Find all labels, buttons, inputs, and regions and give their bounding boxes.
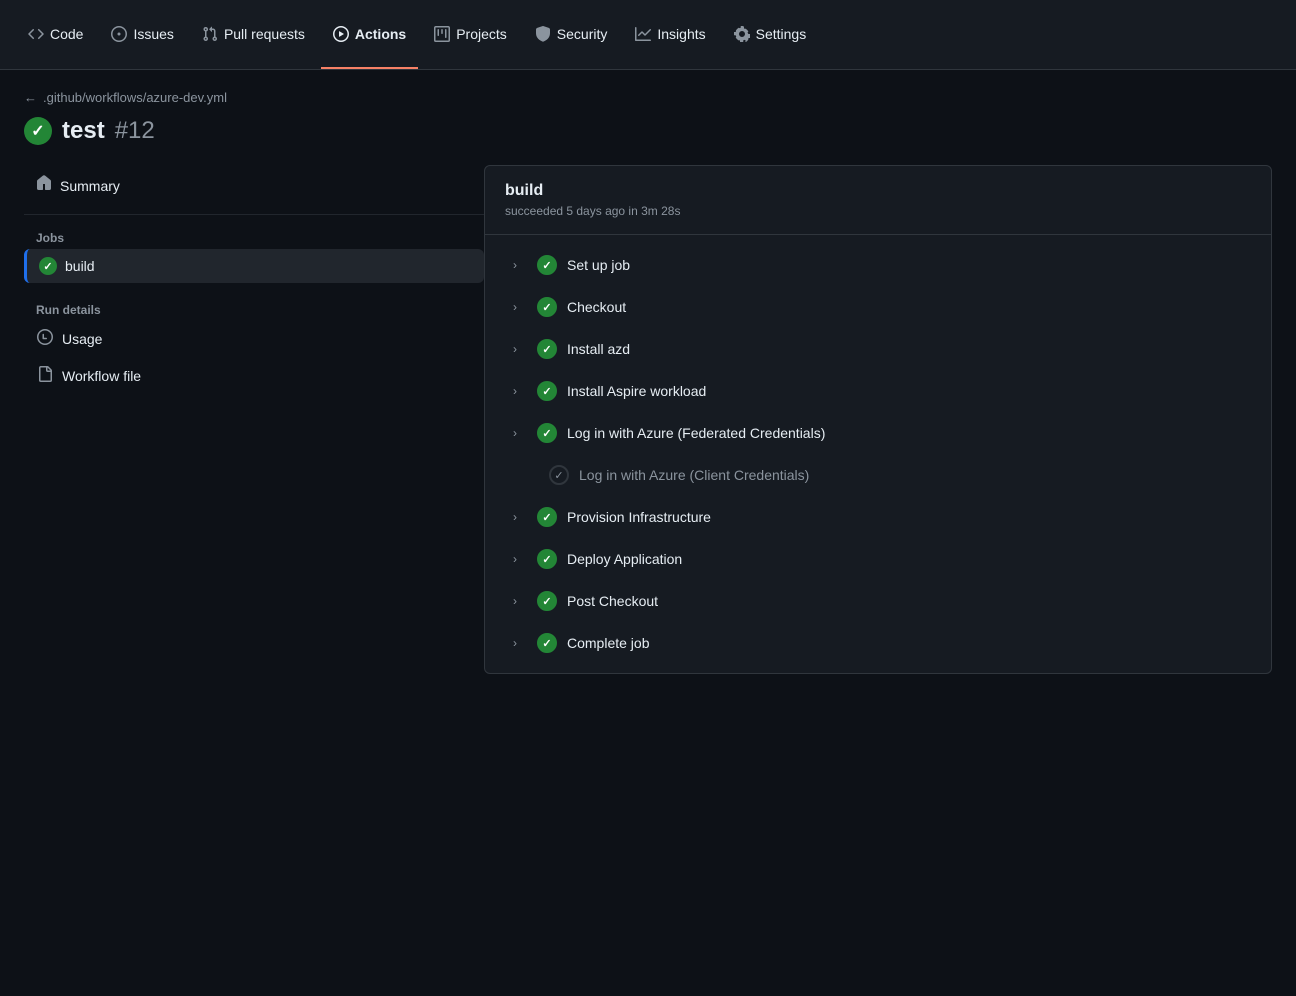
security-icon	[535, 26, 551, 42]
sidebar-divider-1	[24, 214, 484, 215]
pr-icon	[202, 26, 218, 42]
step-name: Provision Infrastructure	[567, 509, 711, 525]
chevron-icon: ›	[513, 384, 527, 398]
run-number: #12	[115, 117, 155, 145]
run-details-label: Run details	[24, 287, 484, 321]
chevron-icon: ›	[513, 342, 527, 356]
workflow-file-label: Workflow file	[62, 368, 141, 384]
step-item-login-client[interactable]: Log in with Azure (Client Credentials)	[493, 455, 1263, 495]
nav-label-actions: Actions	[355, 26, 406, 42]
step-list: › Set up job › Checkout › Install azd	[485, 235, 1271, 673]
nav-item-code[interactable]: Code	[16, 0, 95, 69]
run-detail-workflow-file[interactable]: Workflow file	[24, 358, 484, 393]
step-item-post-checkout[interactable]: › Post Checkout	[493, 581, 1263, 621]
step-success-icon	[537, 549, 557, 569]
job-label-build: build	[65, 258, 95, 274]
run-detail-usage[interactable]: Usage	[24, 321, 484, 356]
nav-label-pr: Pull requests	[224, 26, 305, 42]
sidebar: Summary Jobs build Run details Usage	[24, 165, 484, 674]
step-name: Complete job	[567, 635, 650, 651]
nav-item-actions[interactable]: Actions	[321, 0, 418, 69]
insights-icon	[635, 26, 651, 42]
nav-label-settings: Settings	[756, 26, 807, 42]
step-item-install-azd[interactable]: › Install azd	[493, 329, 1263, 369]
home-icon	[36, 175, 52, 196]
step-item-install-aspire[interactable]: › Install Aspire workload	[493, 371, 1263, 411]
step-success-icon	[537, 591, 557, 611]
build-panel: build succeeded 5 days ago in 3m 28s › S…	[484, 165, 1272, 674]
build-subtitle: succeeded 5 days ago in 3m 28s	[505, 204, 1251, 218]
top-nav: Code Issues Pull requests Actions	[0, 0, 1296, 70]
step-item-login-federated[interactable]: › Log in with Azure (Federated Credentia…	[493, 413, 1263, 453]
step-success-icon	[537, 633, 557, 653]
step-name: Log in with Azure (Client Credentials)	[579, 467, 809, 483]
chevron-icon: ›	[513, 636, 527, 650]
nav-item-settings[interactable]: Settings	[722, 0, 819, 69]
jobs-section-label: Jobs	[24, 223, 484, 249]
page-header: test #12	[24, 117, 1272, 145]
build-title: build	[505, 182, 1251, 200]
nav-label-insights: Insights	[657, 26, 705, 42]
chevron-icon: ›	[513, 552, 527, 566]
actions-icon	[333, 26, 349, 42]
content-area: ← .github/workflows/azure-dev.yml test #…	[0, 70, 1296, 694]
job-item-build[interactable]: build	[24, 249, 484, 283]
step-item-provision[interactable]: › Provision Infrastructure	[493, 497, 1263, 537]
step-name: Log in with Azure (Federated Credentials…	[567, 425, 825, 441]
run-success-icon	[24, 117, 52, 145]
nav-item-security[interactable]: Security	[523, 0, 620, 69]
step-name: Set up job	[567, 257, 630, 273]
step-name: Post Checkout	[567, 593, 658, 609]
clock-icon	[36, 329, 54, 348]
nav-label-issues: Issues	[133, 26, 173, 42]
chevron-icon: ›	[513, 258, 527, 272]
nav-label-security: Security	[557, 26, 608, 42]
step-name: Install Aspire workload	[567, 383, 706, 399]
step-success-icon	[537, 297, 557, 317]
breadcrumb-text: .github/workflows/azure-dev.yml	[43, 90, 227, 105]
projects-icon	[434, 26, 450, 42]
chevron-icon: ›	[513, 510, 527, 524]
summary-label: Summary	[60, 178, 120, 194]
back-arrow-icon: ←	[24, 90, 37, 105]
step-success-icon	[537, 339, 557, 359]
settings-icon	[734, 26, 750, 42]
step-item-deploy[interactable]: › Deploy Application	[493, 539, 1263, 579]
usage-label: Usage	[62, 331, 102, 347]
step-name: Checkout	[567, 299, 626, 315]
build-header: build succeeded 5 days ago in 3m 28s	[485, 166, 1271, 235]
step-success-icon	[537, 507, 557, 527]
nav-item-pull-requests[interactable]: Pull requests	[190, 0, 317, 69]
job-success-icon	[39, 257, 57, 275]
chevron-icon: ›	[513, 594, 527, 608]
file-icon	[36, 366, 54, 385]
step-name: Deploy Application	[567, 551, 682, 567]
step-item-complete-job[interactable]: › Complete job	[493, 623, 1263, 663]
breadcrumb[interactable]: ← .github/workflows/azure-dev.yml	[24, 90, 1272, 105]
nav-item-insights[interactable]: Insights	[623, 0, 717, 69]
nav-label-code: Code	[50, 26, 83, 42]
main-layout: Summary Jobs build Run details Usage	[24, 165, 1272, 674]
chevron-icon: ›	[513, 426, 527, 440]
nav-label-projects: Projects	[456, 26, 507, 42]
nav-item-projects[interactable]: Projects	[422, 0, 519, 69]
step-item-set-up-job[interactable]: › Set up job	[493, 245, 1263, 285]
step-name: Install azd	[567, 341, 630, 357]
step-item-checkout[interactable]: › Checkout	[493, 287, 1263, 327]
issues-icon	[111, 26, 127, 42]
page-title: test	[62, 117, 105, 145]
step-circle-icon	[549, 465, 569, 485]
nav-item-issues[interactable]: Issues	[99, 0, 185, 69]
chevron-icon: ›	[513, 300, 527, 314]
sidebar-summary[interactable]: Summary	[24, 165, 484, 206]
step-success-icon	[537, 423, 557, 443]
code-icon	[28, 26, 44, 42]
step-success-icon	[537, 255, 557, 275]
step-success-icon	[537, 381, 557, 401]
